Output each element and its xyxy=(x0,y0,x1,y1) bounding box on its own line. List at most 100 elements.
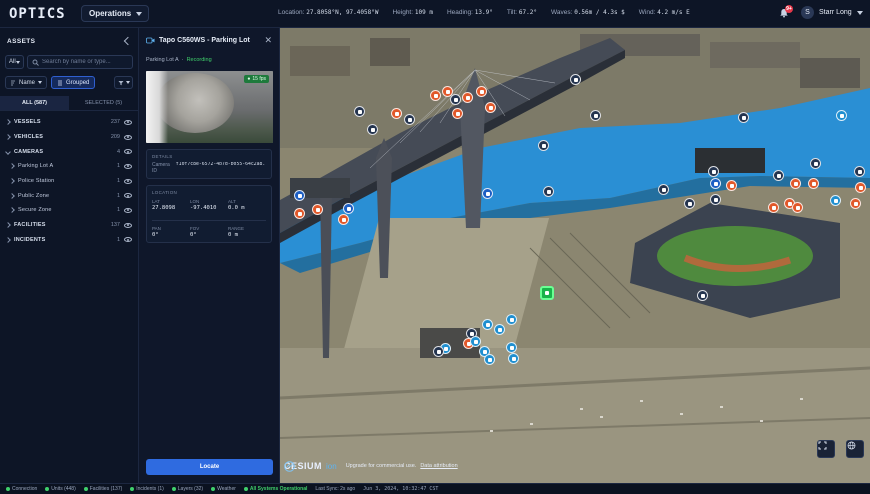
eye-icon[interactable] xyxy=(124,237,132,243)
vehicle-marker[interactable] xyxy=(710,178,721,189)
status-facilities[interactable]: Facilities (137) xyxy=(83,486,122,492)
operations-dropdown[interactable]: Operations xyxy=(81,5,150,22)
vehicle-marker[interactable] xyxy=(343,203,354,214)
eye-icon[interactable] xyxy=(124,178,132,184)
vessel-marker[interactable] xyxy=(726,180,737,191)
status-incidents[interactable]: Incidents (1) xyxy=(130,486,164,492)
fullscreen-button[interactable] xyxy=(817,440,835,458)
camera-marker[interactable] xyxy=(506,342,517,353)
camera-marker[interactable] xyxy=(508,353,519,364)
camera-video-feed[interactable]: ● 15 fps xyxy=(146,71,273,143)
facility-marker[interactable] xyxy=(710,194,721,205)
camera-marker[interactable] xyxy=(482,319,493,330)
status-layers[interactable]: Layers (32) xyxy=(171,486,203,492)
camera-marker[interactable] xyxy=(830,195,841,206)
facility-marker[interactable] xyxy=(658,184,669,195)
facility-marker[interactable] xyxy=(854,166,865,177)
tree-group-vehicles[interactable]: VEHICLES 209 xyxy=(0,130,138,145)
vessel-marker[interactable] xyxy=(312,204,323,215)
eye-icon[interactable] xyxy=(124,134,132,140)
facility-marker[interactable] xyxy=(354,106,365,117)
vessel-marker[interactable] xyxy=(476,86,487,97)
tab-all[interactable]: ALL (587) xyxy=(0,96,69,110)
vessel-marker[interactable] xyxy=(462,92,473,103)
vessel-marker[interactable] xyxy=(485,102,496,113)
eye-icon[interactable] xyxy=(124,119,132,125)
vessel-marker[interactable] xyxy=(808,178,819,189)
eye-icon[interactable] xyxy=(124,163,132,169)
map-3d-scene xyxy=(280,28,870,483)
camera-marker[interactable] xyxy=(494,324,505,335)
vessel-marker[interactable] xyxy=(430,90,441,101)
facility-marker[interactable] xyxy=(773,170,784,181)
facility-marker[interactable] xyxy=(538,140,549,151)
eye-icon[interactable] xyxy=(124,207,132,213)
vessel-marker[interactable] xyxy=(294,208,305,219)
vehicle-marker[interactable] xyxy=(294,190,305,201)
vessel-marker[interactable] xyxy=(768,202,779,213)
facility-marker[interactable] xyxy=(404,114,415,125)
facility-marker[interactable] xyxy=(450,94,461,105)
selected-camera-marker[interactable] xyxy=(540,286,554,300)
pan-field: PAN 0° xyxy=(152,226,161,238)
eye-icon[interactable] xyxy=(124,193,132,199)
vessel-marker[interactable] xyxy=(850,198,861,209)
tree-item-parking-lot-a[interactable]: Parking Lot A 1 xyxy=(0,159,138,174)
close-icon[interactable]: ✕ xyxy=(264,35,272,46)
vessel-marker[interactable] xyxy=(452,108,463,119)
globe-button[interactable] xyxy=(846,440,864,458)
tree-group-facilities[interactable]: FACILITIES 137 xyxy=(0,218,138,233)
vessel-marker[interactable] xyxy=(792,202,803,213)
tree-item-public-zone[interactable]: Public Zone 1 xyxy=(0,188,138,203)
facility-marker[interactable] xyxy=(738,112,749,123)
alt-field: ALT 0.0 m xyxy=(228,199,245,211)
fov-field: FOV 0° xyxy=(190,226,200,238)
facility-marker[interactable] xyxy=(697,290,708,301)
status-connection[interactable]: Connection xyxy=(6,486,37,492)
map-view[interactable]: CESIUM ion Upgrade for commercial use. D… xyxy=(280,28,870,483)
camera-marker[interactable] xyxy=(484,354,495,365)
vehicle-marker[interactable] xyxy=(482,188,493,199)
chevron-down-icon xyxy=(38,81,43,84)
user-menu[interactable]: S Starr Long xyxy=(801,6,863,19)
facility-marker[interactable] xyxy=(570,74,581,85)
tree-group-cameras[interactable]: CAMERAS 4 xyxy=(0,144,138,159)
data-attribution-link[interactable]: Data attribution xyxy=(420,463,457,469)
optics-logo[interactable]: OPTICS xyxy=(9,6,71,22)
asset-type-select[interactable]: All xyxy=(5,55,24,69)
facility-marker[interactable] xyxy=(543,186,554,197)
tree-item-police-station[interactable]: Police Station 1 xyxy=(0,174,138,189)
status-bar: Connection Units (448) Facilities (137) … xyxy=(0,483,870,494)
vessel-marker[interactable] xyxy=(391,108,402,119)
facility-marker[interactable] xyxy=(367,124,378,135)
facility-marker[interactable] xyxy=(590,110,601,121)
facility-marker[interactable] xyxy=(684,198,695,209)
status-weather[interactable]: Weather xyxy=(211,486,236,492)
search-input[interactable] xyxy=(42,59,132,65)
tab-selected[interactable]: SELECTED (5) xyxy=(69,96,138,110)
filter-button[interactable] xyxy=(114,76,133,89)
eye-icon[interactable] xyxy=(124,149,132,155)
vessel-marker[interactable] xyxy=(338,214,349,225)
status-units[interactable]: Units (448) xyxy=(45,486,76,492)
camera-marker[interactable] xyxy=(836,110,847,121)
signal-icon: ● xyxy=(247,76,251,82)
eye-icon[interactable] xyxy=(124,222,132,228)
camera-marker[interactable] xyxy=(470,336,481,347)
facility-marker[interactable] xyxy=(810,158,821,169)
vessel-marker[interactable] xyxy=(855,182,866,193)
camera-marker[interactable] xyxy=(506,314,517,325)
vessel-marker[interactable] xyxy=(790,178,801,189)
grouped-toggle[interactable]: Grouped xyxy=(51,76,96,89)
locate-button[interactable]: Locate xyxy=(146,459,273,475)
collapse-panel-icon[interactable] xyxy=(123,36,133,46)
tree-item-secure-zone[interactable]: Secure Zone 1 xyxy=(0,203,138,218)
tree-group-incidents[interactable]: INCIDENTS 1 xyxy=(0,233,138,248)
chevron-right-icon xyxy=(9,163,15,170)
sort-dropdown[interactable]: Name xyxy=(5,76,48,89)
upgrade-link[interactable]: Upgrade for commercial use. xyxy=(346,463,417,469)
fullscreen-icon xyxy=(818,441,827,450)
facility-marker[interactable] xyxy=(708,166,719,177)
facility-marker[interactable] xyxy=(433,346,444,357)
tree-group-vessels[interactable]: VESSELS 237 xyxy=(0,115,138,130)
